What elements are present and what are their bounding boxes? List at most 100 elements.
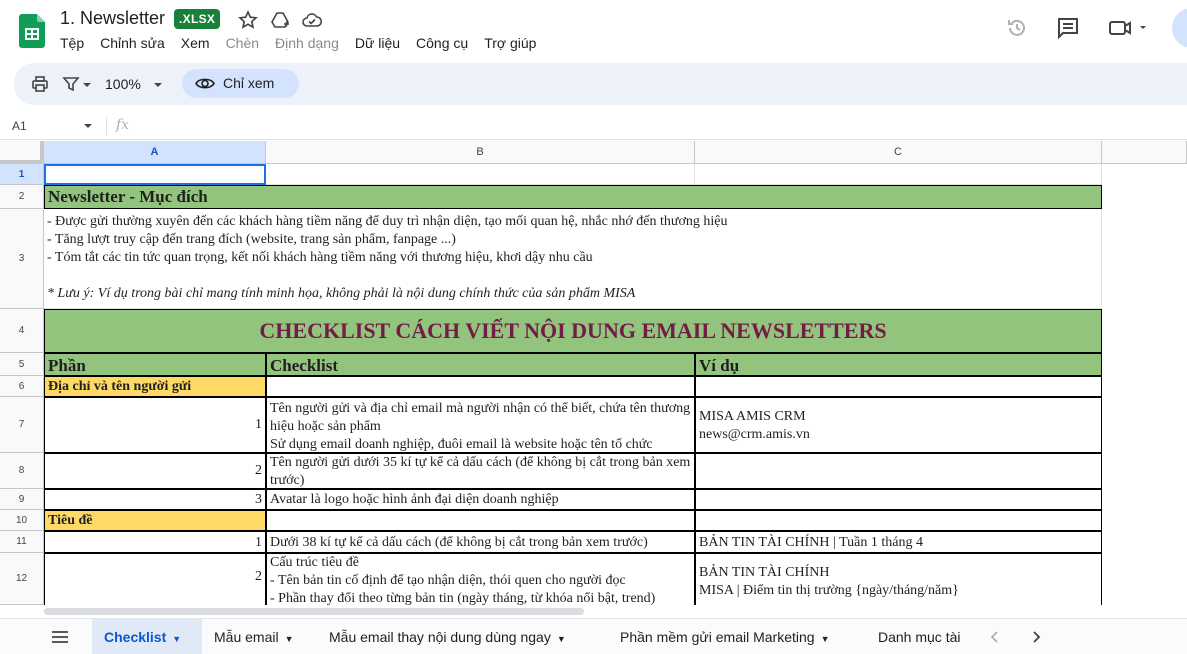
checklist-item-cell[interactable]: Dưới 38 kí tự kể cả dấu cách (để không b… (266, 531, 695, 553)
eye-icon (195, 78, 215, 89)
header-section-cell[interactable]: Phần (44, 353, 266, 376)
tab-chevron-down-icon[interactable]: ▼ (557, 621, 566, 654)
comments-icon[interactable] (1056, 16, 1080, 40)
account-avatar[interactable] (1172, 8, 1187, 48)
menu-data[interactable]: Dữ liệu (355, 35, 400, 51)
tab-email-template[interactable]: Mẫu email ▼ (214, 619, 294, 654)
tab-resource-list[interactable]: Danh mục tài (878, 619, 970, 654)
section-sender-cell[interactable]: Địa chỉ và tên người gửi (44, 376, 266, 397)
checklist-title-cell[interactable]: CHECKLIST CÁCH VIẾT NỘI DUNG EMAIL NEWSL… (44, 309, 1102, 353)
cell[interactable] (266, 376, 695, 397)
row-header[interactable]: 9 (0, 489, 44, 510)
history-icon[interactable] (1005, 16, 1029, 40)
column-header-b[interactable]: B (266, 141, 695, 164)
checklist-text: Cấu trúc tiêu đề (270, 555, 360, 570)
example-cell[interactable] (695, 489, 1102, 510)
row-header[interactable]: 1 (0, 164, 44, 185)
row-header[interactable]: 11 (0, 531, 44, 553)
cell[interactable] (266, 510, 695, 531)
all-sheets-menu-icon[interactable] (51, 630, 69, 644)
checklist-item-cell[interactable]: Tên người gửi và địa chỉ email mà người … (266, 397, 695, 453)
document-title[interactable]: 1. Newsletter (60, 8, 165, 29)
row-header[interactable]: 4 (0, 309, 44, 353)
star-icon[interactable] (238, 10, 258, 30)
view-only-button[interactable]: Chỉ xem (182, 69, 299, 98)
example-cell[interactable] (695, 453, 1102, 489)
cell[interactable] (695, 376, 1102, 397)
menu-format[interactable]: Định dạng (275, 35, 339, 51)
zoom-chevron-down-icon[interactable] (152, 74, 164, 94)
purpose-line-2: - Tăng lượt truy cập đến trang đích (web… (47, 232, 456, 247)
cell[interactable] (695, 510, 1102, 531)
row-header[interactable]: 2 (0, 185, 44, 209)
section-subject-cell[interactable]: Tiêu đề (44, 510, 266, 531)
tab-chevron-down-icon[interactable]: ▼ (821, 621, 830, 654)
item-number-cell[interactable]: 3 (44, 489, 266, 510)
horizontal-scrollbar[interactable] (44, 606, 1187, 616)
cloud-status-icon[interactable] (302, 10, 322, 30)
name-box[interactable]: A1 (12, 119, 27, 133)
checklist-item-cell[interactable]: Tên người gửi dưới 35 kí tự kể cả dấu cá… (266, 453, 695, 489)
tab-label: Danh mục tài (878, 629, 961, 645)
example-text: MISA | Điểm tin thị trường {ngày/tháng/n… (699, 583, 959, 598)
scrollbar-thumb[interactable] (44, 608, 584, 615)
item-number-cell[interactable]: 2 (44, 453, 266, 489)
menu-edit[interactable]: Chỉnh sửa (100, 35, 165, 51)
row-header[interactable]: 10 (0, 510, 44, 531)
item-number-cell[interactable]: 1 (44, 531, 266, 553)
tab-label: Phần mềm gửi email Marketing (620, 629, 815, 645)
menu-tools[interactable]: Công cụ (416, 35, 468, 51)
zoom-select[interactable]: 100% (105, 76, 141, 92)
header-example-cell[interactable]: Ví dụ (695, 353, 1102, 376)
tab-label: Checklist (104, 629, 167, 645)
move-to-drive-icon[interactable] (270, 10, 290, 30)
cell[interactable] (695, 164, 1102, 185)
row-header[interactable]: 12 (0, 553, 44, 605)
tab-ready-email-template[interactable]: Mẫu email thay nội dung dùng ngay ▼ (329, 619, 566, 654)
tab-checklist[interactable]: Checklist ▼ (92, 619, 202, 654)
checklist-item-cell[interactable]: Avatar là logo hoặc hình ảnh đại diện do… (266, 489, 695, 510)
example-cell[interactable]: BẢN TIN TÀI CHÍNH | Tuần 1 tháng 4 (695, 531, 1102, 553)
item-number-cell[interactable]: 2 (44, 553, 266, 605)
meet-video-icon[interactable] (1108, 16, 1148, 40)
menu-file[interactable]: Tệp (60, 35, 84, 51)
row-header[interactable]: 8 (0, 453, 44, 489)
sheets-logo-icon[interactable] (19, 14, 45, 48)
tab-label: Mẫu email (214, 629, 279, 645)
checklist-item-cell[interactable]: Cấu trúc tiêu đề - Tên bản tin cố định đ… (266, 553, 695, 605)
tab-scroll-left[interactable] (976, 619, 1026, 654)
tab-chevron-down-icon[interactable]: ▼ (285, 621, 294, 654)
select-all-corner[interactable] (0, 141, 44, 164)
column-header-c[interactable]: C (695, 141, 1102, 164)
chevron-left-icon (990, 631, 998, 643)
name-box-chevron-down-icon[interactable] (82, 121, 94, 131)
example-cell[interactable]: BẢN TIN TÀI CHÍNH MISA | Điểm tin thị tr… (695, 553, 1102, 605)
menu-view[interactable]: Xem (181, 35, 210, 51)
chevron-right-icon (1033, 631, 1041, 643)
row-header[interactable]: 6 (0, 376, 44, 397)
purpose-header-cell[interactable]: Newsletter - Mục đích (44, 185, 1102, 209)
row-header[interactable]: 7 (0, 397, 44, 453)
row-header[interactable]: 3 (0, 209, 44, 309)
purpose-note: * Lưu ý: Ví dụ trong bài chỉ mang tính m… (47, 286, 636, 301)
print-icon[interactable] (30, 74, 50, 94)
header-checklist-cell[interactable]: Checklist (266, 353, 695, 376)
fx-icon: fx (116, 117, 130, 133)
purpose-description-cell[interactable]: - Được gửi thường xuyên đến các khách hà… (44, 209, 1102, 309)
tab-scroll-right[interactable] (1026, 619, 1056, 654)
filter-icon[interactable] (61, 74, 81, 94)
tab-chevron-down-icon[interactable]: ▼ (172, 621, 181, 654)
filter-chevron-down-icon[interactable] (81, 74, 93, 94)
cell[interactable] (266, 164, 695, 185)
purpose-line-3: - Tóm tắt các tin tức quan trọng, kết nố… (47, 250, 593, 265)
column-header-d[interactable] (1102, 141, 1187, 164)
menu-insert[interactable]: Chèn (226, 35, 259, 51)
example-cell[interactable]: MISA AMIS CRM news@crm.amis.vn (695, 397, 1102, 453)
checklist-text: - Tên bản tin cố định để tạo nhận diện, … (270, 573, 626, 588)
row-header[interactable]: 5 (0, 353, 44, 376)
column-header-a[interactable]: A (44, 141, 266, 164)
menu-help[interactable]: Trợ giúp (484, 35, 536, 51)
formula-input[interactable] (140, 115, 1180, 137)
tab-email-marketing-software[interactable]: Phần mềm gửi email Marketing ▼ (620, 619, 829, 654)
item-number-cell[interactable]: 1 (44, 397, 266, 453)
